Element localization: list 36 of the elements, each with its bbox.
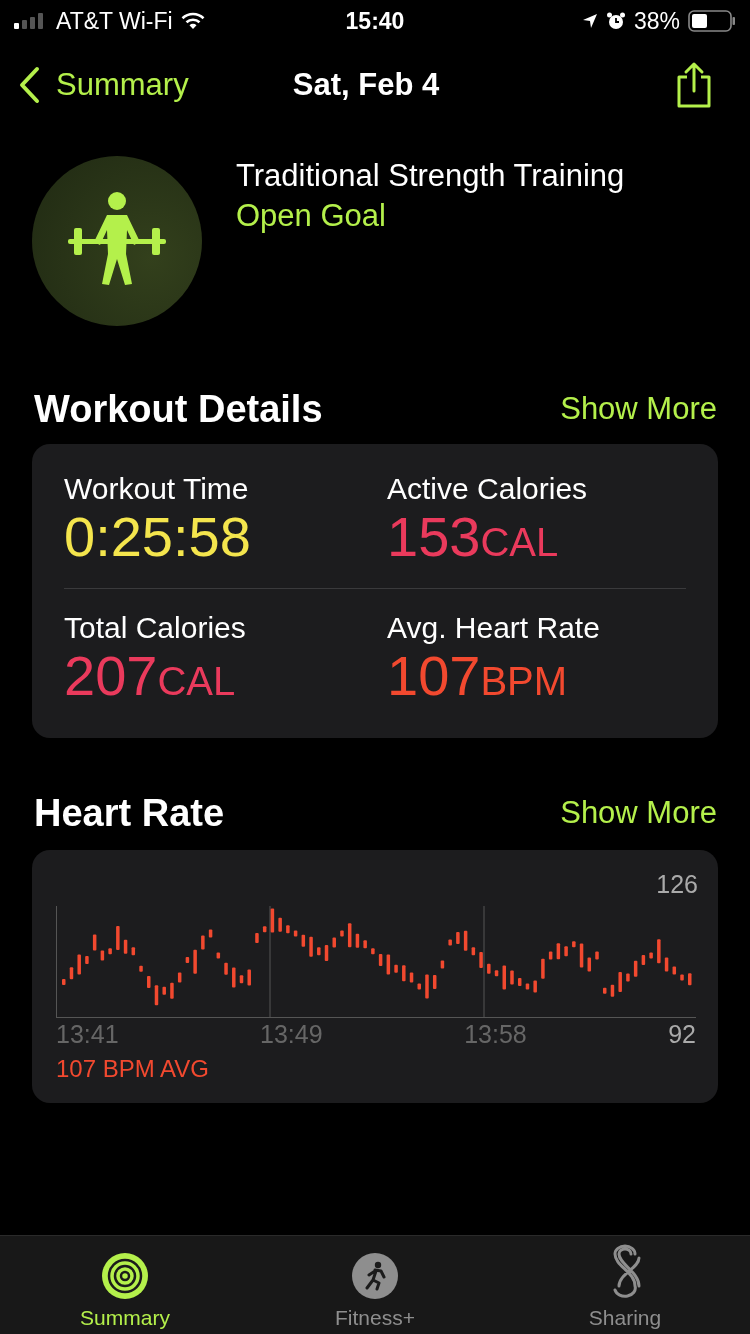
metric-label: Workout Time <box>64 472 250 506</box>
tab-item[interactable]: Fitness+ <box>250 1236 500 1334</box>
rings-icon <box>101 1252 149 1300</box>
metric-value: 207CAL <box>64 644 237 707</box>
tab-item[interactable]: Summary <box>0 1236 250 1334</box>
metric-label: Avg. Heart Rate <box>387 610 601 645</box>
time-label: 13:58 <box>464 1020 528 1050</box>
section-title: Workout Details <box>34 387 323 431</box>
battery-icon <box>688 10 736 32</box>
metric-value: 107BPM <box>387 644 569 707</box>
metric-label: Active Calories <box>387 472 589 506</box>
battery-percent: 38% <box>633 7 680 35</box>
time-label: 13:49 <box>260 1020 324 1050</box>
location-arrow-icon <box>581 13 598 29</box>
time-label: 13:41 <box>56 1020 120 1050</box>
nav-title: Sat, Feb 4 <box>292 67 440 103</box>
tab-item[interactable]: Sharing <box>500 1236 750 1334</box>
clock-time: 15:40 <box>345 7 405 35</box>
chevron-left-icon <box>18 66 40 104</box>
workout-name: Traditional Strength Training <box>236 158 625 194</box>
min-value-label: 92 <box>668 1020 696 1050</box>
weightlifter-icon <box>32 156 202 326</box>
metric-label: Total Calories <box>64 610 247 645</box>
metric-value: 0:25:58 <box>64 506 252 568</box>
show-more-link[interactable]: Show More <box>560 795 717 832</box>
metric-value: 153CAL <box>387 506 560 568</box>
section-title: Heart Rate <box>34 791 225 835</box>
alarm-clock-icon <box>605 11 626 31</box>
max-value-label: 126 <box>656 870 698 901</box>
average-label: 107 BPM AVG <box>56 1055 210 1084</box>
show-more-link[interactable]: Show More <box>560 391 717 427</box>
back-button[interactable]: Summary <box>18 66 189 104</box>
carrier-label: AT&T Wi-Fi <box>56 7 173 35</box>
wifi-icon <box>180 12 205 30</box>
runner-icon <box>351 1252 399 1300</box>
workout-goal: Open Goal <box>236 198 387 234</box>
